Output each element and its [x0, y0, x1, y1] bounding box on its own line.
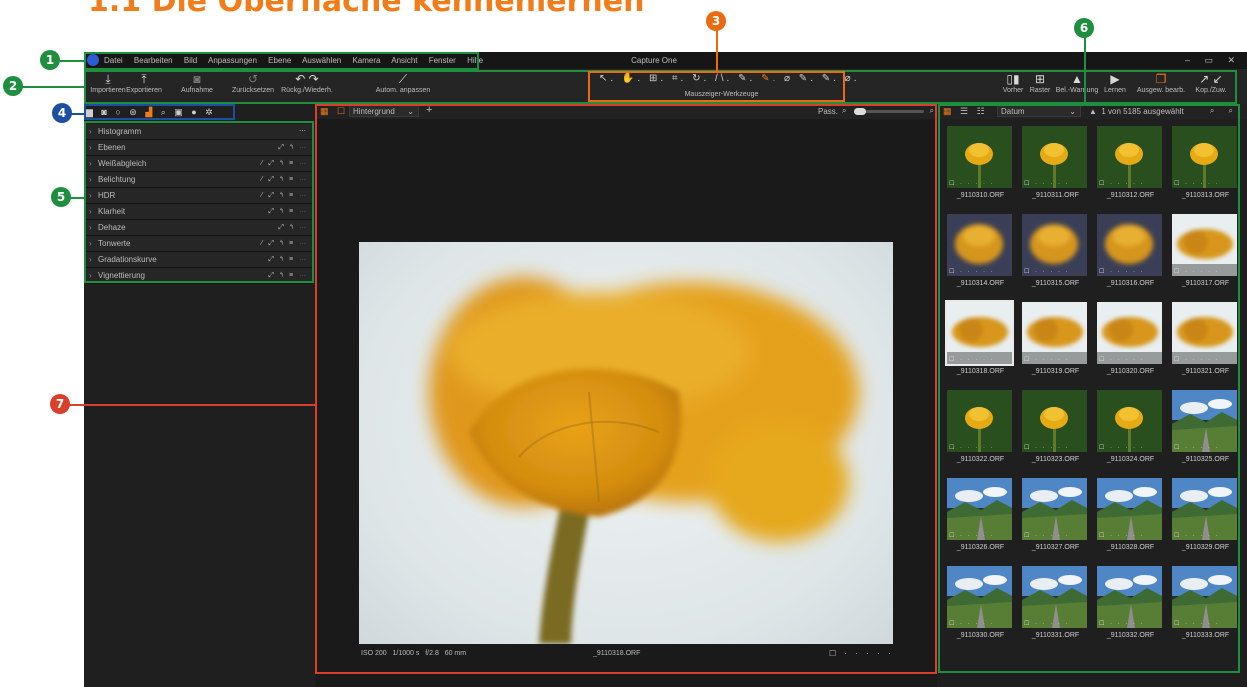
- callout-frame-1: [84, 52, 479, 70]
- callout-badge-6: 6: [1074, 18, 1094, 38]
- callout-badge-4: 4: [52, 103, 72, 123]
- callout-frame-6: [938, 104, 1240, 673]
- callout-badge-1: 1: [40, 50, 60, 70]
- callout-frame-5: [84, 121, 314, 283]
- leader-line-4: [70, 113, 84, 115]
- callout-badge-3: 3: [706, 11, 726, 31]
- callout-badge-2: 2: [3, 76, 23, 96]
- leader-line-3: [716, 30, 718, 71]
- page-heading: 1.1 Die Oberfläche kennenlernen: [88, 0, 645, 19]
- leader-line-7: [68, 404, 315, 406]
- window-title: Capture One: [631, 56, 677, 65]
- callout-frame-7: [315, 104, 937, 674]
- callout-badge-5: 5: [51, 187, 71, 207]
- leader-line-2: [20, 86, 84, 88]
- leader-line-5: [70, 197, 84, 199]
- callout-frame-4: [84, 104, 235, 120]
- callout-badge-7: 7: [50, 394, 70, 414]
- leader-line-1: [60, 60, 84, 62]
- window-controls[interactable]: – ▭ ✕: [1185, 55, 1241, 66]
- leader-line-6: [1084, 36, 1086, 104]
- callout-frame-3: [588, 71, 845, 102]
